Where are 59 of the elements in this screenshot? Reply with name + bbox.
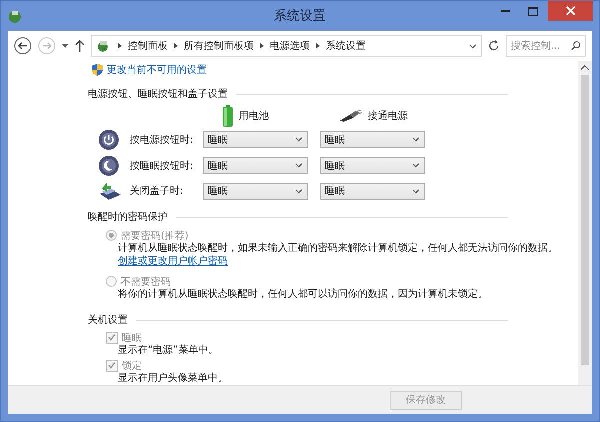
section-title: 唤醒时的密码保护 xyxy=(88,210,168,224)
option-description: 计算机从睡眠状态唤醒时，如果未输入正确的密码来解除计算机锁定，任何人都无法访问你的数据。 创建或更改用户帐户密码 xyxy=(117,242,558,268)
app-icon xyxy=(7,8,23,24)
option-description: 显示在“电源”菜单中。 xyxy=(117,344,220,358)
chevron-right-icon xyxy=(259,42,265,50)
action-dropdown[interactable]: 睡眠 xyxy=(203,182,308,200)
column-header: 用电池 xyxy=(239,110,269,123)
action-dropdown[interactable]: 睡眠 xyxy=(320,131,425,148)
scrollbar-thumb[interactable] xyxy=(581,75,589,365)
refresh-button[interactable] xyxy=(488,40,500,52)
breadcrumb-item[interactable]: 系统设置 xyxy=(326,39,366,53)
chevron-icon xyxy=(412,188,420,194)
address-bar[interactable]: 控制面板 所有控制面板项 电源选项 系统设置 xyxy=(91,35,482,57)
change-settings-link[interactable]: 更改当前不可用的设置 xyxy=(107,63,207,77)
close-button[interactable] xyxy=(548,1,593,21)
section-title: 关机设置 xyxy=(88,314,128,328)
column-header: 接通电源 xyxy=(368,110,408,123)
action-dropdown[interactable]: 睡眠 xyxy=(203,157,308,174)
action-dropdown[interactable]: 睡眠 xyxy=(320,157,425,174)
chevron-icon xyxy=(412,163,420,168)
breadcrumb-item[interactable]: 所有控制面板项 xyxy=(184,39,254,53)
action-dropdown[interactable]: 睡眠 xyxy=(320,182,425,200)
window-title: 系统设置 xyxy=(274,8,326,25)
close-icon xyxy=(566,6,576,16)
power-icon xyxy=(98,128,120,151)
option-label: 需要密码(推荐) xyxy=(121,230,189,242)
search-field[interactable]: 搜索控制... xyxy=(506,35,586,57)
chevron-icon xyxy=(469,44,477,48)
search-icon xyxy=(571,41,581,51)
history-dropdown-button[interactable] xyxy=(62,44,69,48)
section-title: 电源按钮、睡眠按钮和盖子设置 xyxy=(88,88,228,101)
minimize-icon xyxy=(500,10,510,12)
up-button[interactable] xyxy=(75,40,85,52)
setting-label: 关闭盖子时: xyxy=(130,184,184,198)
scrollbar[interactable] xyxy=(578,61,592,385)
maximize-icon xyxy=(528,6,538,16)
setting-label: 按睡眠按钮时: xyxy=(130,160,194,172)
chevron-icon xyxy=(295,137,303,142)
shield-icon xyxy=(92,64,103,76)
action-dropdown[interactable]: 睡眠 xyxy=(203,131,308,148)
chevron-right-icon xyxy=(117,42,123,50)
chevron-right-icon xyxy=(315,42,321,50)
setting-label: 按电源按钮时: xyxy=(130,134,194,147)
chevron-icon xyxy=(412,137,420,142)
back-button[interactable] xyxy=(14,37,32,55)
breadcrumb-item[interactable]: 电源选项 xyxy=(270,39,310,53)
chevron-right-icon xyxy=(173,42,179,50)
option-label: 不需要密码 xyxy=(121,276,171,288)
option-description: 显示在用户头像菜单中。 xyxy=(117,372,229,386)
option-description: 将你的计算机从睡眠状态唤醒时，任何人都可以访问你的数据，因为计算机未锁定。 xyxy=(117,288,489,302)
option-label: 睡眠 xyxy=(122,332,142,345)
moon-icon xyxy=(98,154,120,176)
scroll-up-icon[interactable] xyxy=(581,65,589,71)
battery-icon xyxy=(223,105,233,127)
power-plug-icon xyxy=(340,110,362,122)
breadcrumb-item[interactable]: 控制面板 xyxy=(128,39,168,53)
chevron-icon xyxy=(295,163,303,168)
option-label: 锁定 xyxy=(122,360,142,373)
chevron-icon xyxy=(295,188,303,194)
